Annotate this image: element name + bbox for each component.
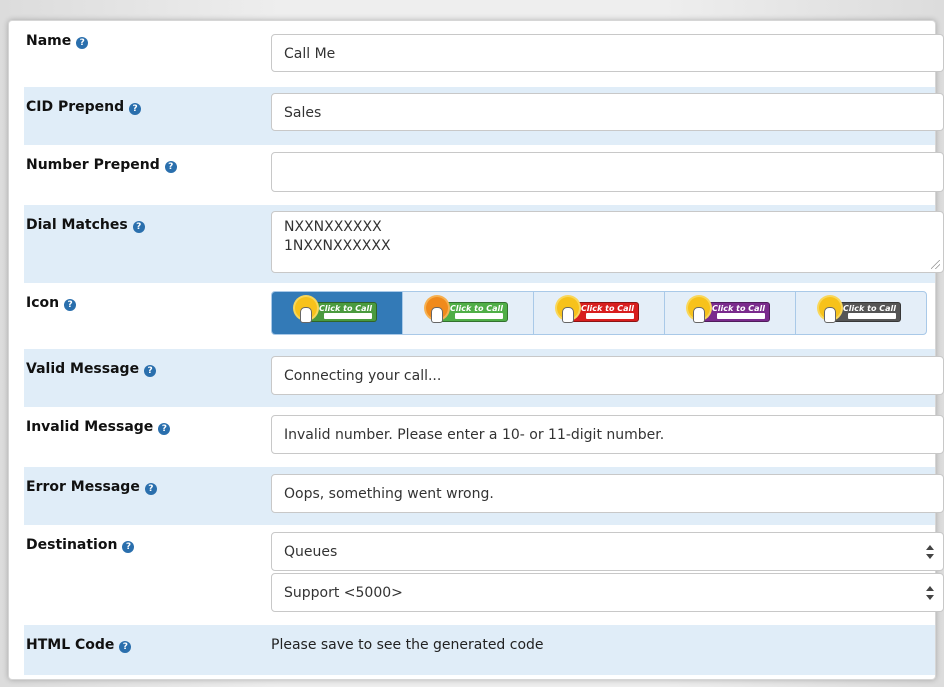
- icon-option-1[interactable]: Click to Call: [272, 292, 403, 334]
- name-label: Name?: [26, 33, 89, 49]
- help-icon[interactable]: ?: [76, 37, 89, 49]
- help-icon[interactable]: ?: [164, 161, 177, 173]
- help-icon[interactable]: ?: [64, 299, 77, 311]
- error-message-label: Error Message?: [26, 479, 157, 495]
- destination-target-select[interactable]: Support <5000>: [271, 573, 944, 612]
- cid-prepend-input[interactable]: Sales: [271, 93, 944, 131]
- dial-match-line: 1NXXNXXXXXX: [284, 238, 391, 254]
- icon-selector: Click to Call Click to Call Click to Cal…: [271, 291, 927, 335]
- error-message-input[interactable]: Oops, something went wrong.: [271, 474, 944, 513]
- help-icon[interactable]: ?: [144, 483, 157, 495]
- valid-message-row: Valid Message? Connecting your call...: [24, 349, 944, 407]
- valid-message-input[interactable]: Connecting your call...: [271, 356, 944, 395]
- icon-text: Click to Call: [580, 304, 634, 313]
- number-prepend-label: Number Prepend?: [26, 157, 177, 173]
- html-code-row: HTML Code? Please save to see the genera…: [24, 625, 935, 675]
- select-arrows-icon: [926, 586, 934, 600]
- cid-prepend-row: CID Prepend? Sales: [24, 87, 944, 145]
- html-code-label: HTML Code?: [26, 637, 132, 653]
- number-prepend-input[interactable]: [271, 152, 944, 192]
- help-icon[interactable]: ?: [144, 365, 157, 377]
- click-to-call-purple-icon: Click to Call: [688, 297, 772, 326]
- resize-grip-icon[interactable]: [931, 260, 940, 269]
- cid-prepend-label: CID Prepend?: [26, 99, 142, 115]
- click-to-call-green-icon: Click to Call: [426, 297, 510, 326]
- click-to-call-red-icon: Click to Call: [557, 297, 641, 326]
- icon-text: Click to Call: [449, 304, 503, 313]
- error-message-row: Error Message? Oops, something went wron…: [24, 467, 944, 525]
- icon-option-4[interactable]: Click to Call: [665, 292, 796, 334]
- invalid-message-row: Invalid Message? Invalid number. Please …: [24, 407, 944, 465]
- invalid-message-label: Invalid Message?: [26, 419, 171, 435]
- destination-label: Destination?: [26, 537, 135, 553]
- icon-option-5[interactable]: Click to Call: [796, 292, 926, 334]
- name-input[interactable]: Call Me: [271, 34, 944, 72]
- help-icon[interactable]: ?: [129, 103, 142, 115]
- name-row: Name? Call Me: [24, 21, 944, 83]
- invalid-message-input[interactable]: Invalid number. Please enter a 10- or 11…: [271, 415, 944, 454]
- icon-row: Icon? Click to Call Click to Call Click …: [24, 283, 935, 343]
- help-icon[interactable]: ?: [158, 423, 171, 435]
- click-to-call-green-icon: Click to Call: [295, 297, 379, 326]
- icon-option-2[interactable]: Click to Call: [403, 292, 534, 334]
- dial-match-line: NXXNXXXXXX: [284, 219, 382, 235]
- dial-matches-textarea[interactable]: NXXNXXXXXX 1NXXNXXXXXX: [271, 211, 944, 273]
- icon-text: Click to Call: [711, 304, 765, 313]
- valid-message-label: Valid Message?: [26, 361, 157, 377]
- call-button-form: Name? Call Me CID Prepend? Sales Number …: [8, 20, 944, 680]
- destination-row: Destination? Queues Support <5000>: [24, 525, 944, 621]
- html-code-text: Please save to see the generated code: [271, 637, 544, 653]
- dial-matches-label: Dial Matches?: [26, 217, 145, 233]
- number-prepend-row: Number Prepend?: [24, 145, 944, 205]
- click-to-call-gray-icon: Click to Call: [819, 297, 903, 326]
- help-icon[interactable]: ?: [122, 541, 135, 553]
- icon-label: Icon?: [26, 295, 77, 311]
- icon-text: Click to Call: [318, 304, 372, 313]
- help-icon[interactable]: ?: [119, 641, 132, 653]
- icon-option-3[interactable]: Click to Call: [534, 292, 665, 334]
- select-arrows-icon: [926, 545, 934, 559]
- icon-text: Click to Call: [842, 304, 896, 313]
- destination-type-select[interactable]: Queues: [271, 532, 944, 571]
- help-icon[interactable]: ?: [132, 221, 145, 233]
- dial-matches-row: Dial Matches? NXXNXXXXXX 1NXXNXXXXXX: [24, 205, 944, 283]
